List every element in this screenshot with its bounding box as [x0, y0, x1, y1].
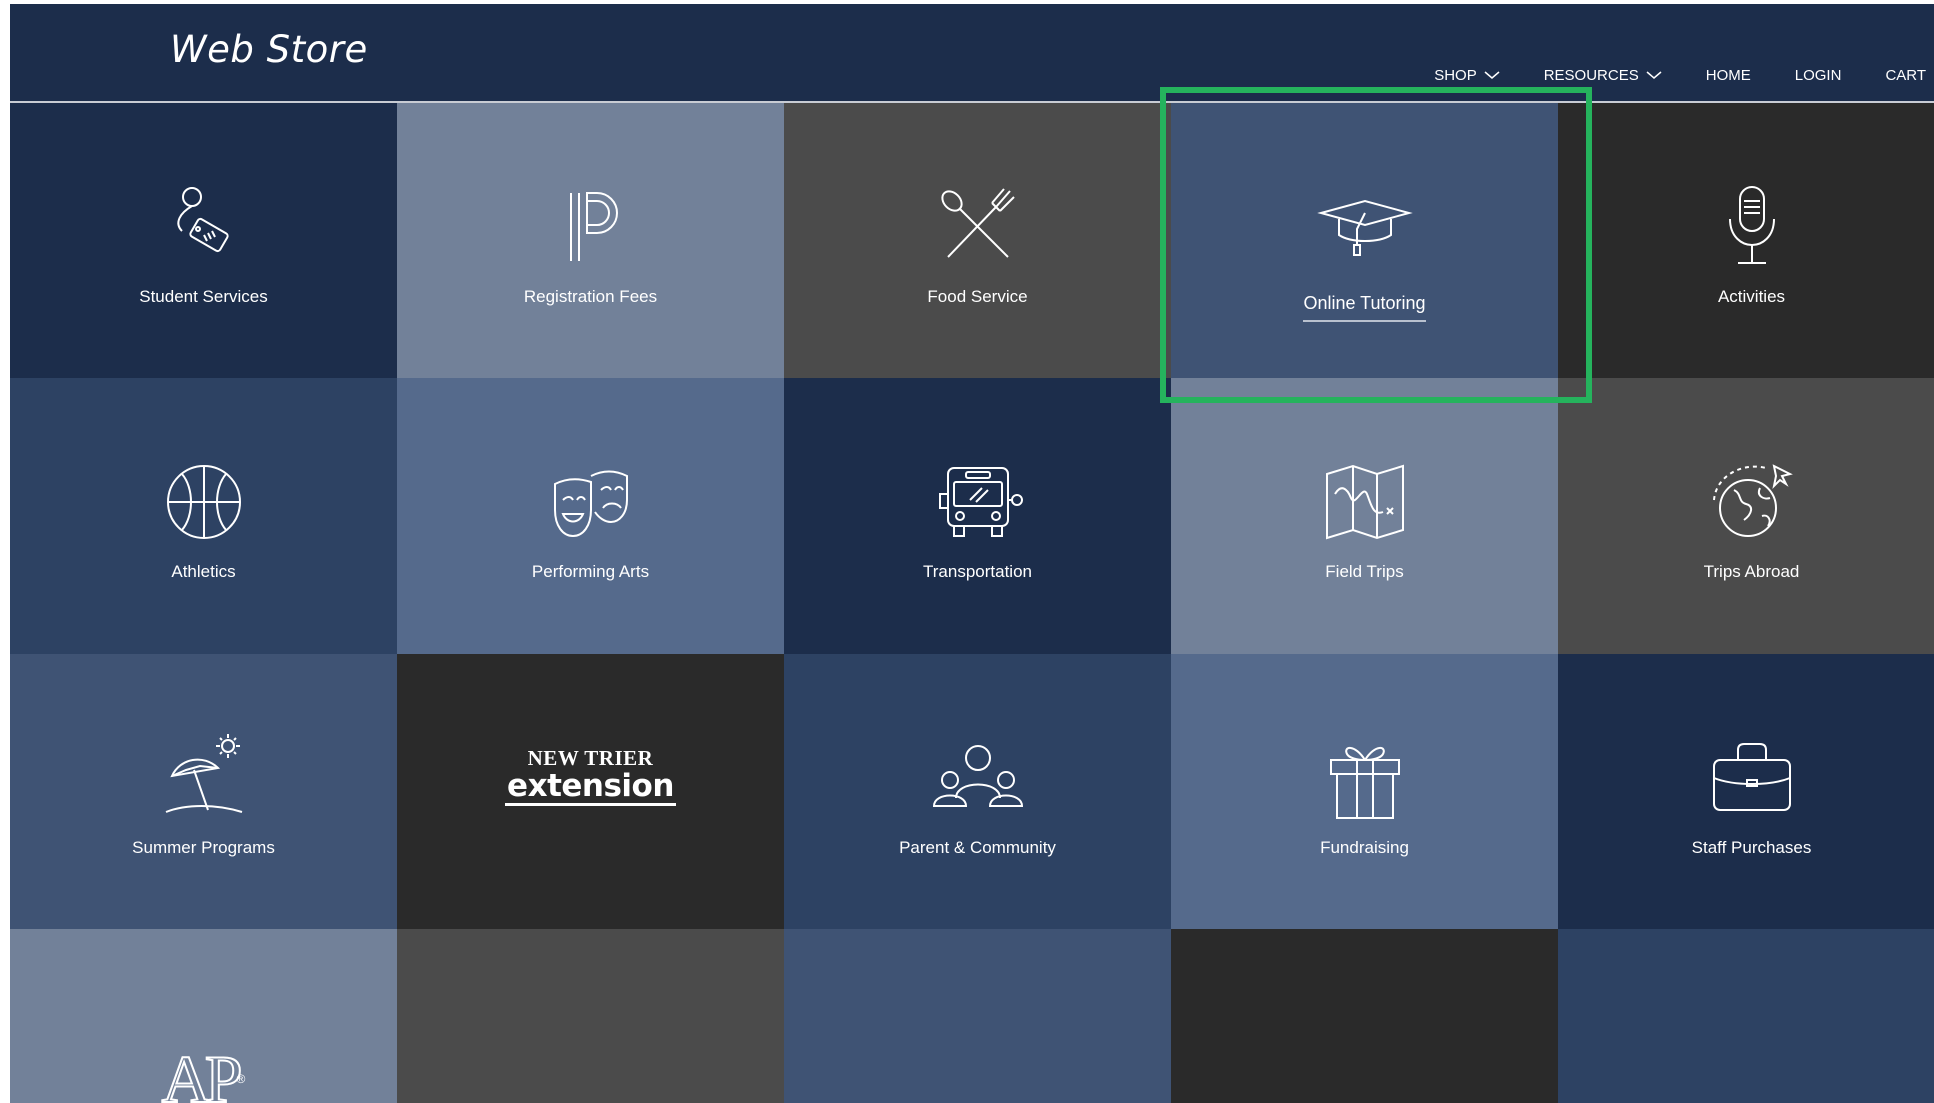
main-nav: SHOP RESOURCES HOME LOGIN CART: [1390, 60, 1934, 90]
tile-student-services[interactable]: Student Services: [10, 103, 397, 378]
map-icon: [1317, 454, 1413, 550]
chevron-down-icon: [1646, 71, 1662, 79]
nav-cart-label: CART: [1885, 66, 1926, 84]
tile-label: Student Services: [139, 287, 268, 306]
tile-activities[interactable]: Activities: [1558, 103, 1934, 378]
tile-label: Trips Abroad: [1703, 562, 1800, 581]
nav-cart[interactable]: CART: [1885, 67, 1926, 84]
beach-umbrella-icon: [156, 730, 252, 826]
brand-title[interactable]: Web Store: [170, 28, 368, 71]
tile-food-service[interactable]: Food Service: [784, 103, 1171, 378]
gift-icon: [1317, 730, 1413, 826]
tile-label: Food Service: [927, 287, 1028, 306]
tile-staff-purchases[interactable]: Staff Purchases: [1558, 654, 1934, 929]
chevron-down-icon: [1484, 71, 1500, 79]
tile-ap[interactable]: AP ®: [10, 929, 397, 1103]
tile-label: Activities: [1717, 287, 1786, 306]
tile-label: Field Trips: [1325, 562, 1404, 581]
category-grid: Student Services Registration Fees Food …: [10, 103, 1934, 1103]
nav-home-label: HOME: [1705, 66, 1751, 84]
tile-label: Fundraising: [1320, 838, 1409, 857]
ap-logo-text: AP: [161, 1040, 244, 1103]
globe-plane-icon: [1704, 454, 1800, 550]
tile-registration-fees[interactable]: Registration Fees: [397, 103, 784, 378]
tile-label: Registration Fees: [523, 287, 658, 306]
people-group-icon: [930, 730, 1026, 826]
tile-new-trier-extension[interactable]: NEW TRIER extension: [397, 654, 784, 929]
theater-masks-icon: [543, 454, 639, 550]
tile-label: Transportation: [923, 562, 1032, 581]
tile-field-trips[interactable]: Field Trips: [1171, 378, 1558, 654]
tile-empty[interactable]: [1558, 929, 1934, 1103]
tile-parent-community[interactable]: Parent & Community: [784, 654, 1171, 929]
web-store-page: Web Store SHOP RESOURCES HOME LOGIN CART: [10, 4, 1934, 1103]
nav-resources[interactable]: RESOURCES: [1544, 67, 1662, 84]
tile-performing-arts[interactable]: Performing Arts: [397, 378, 784, 654]
site-header: Web Store SHOP RESOURCES HOME LOGIN CART: [10, 4, 1934, 103]
tile-label: Online Tutoring: [1303, 293, 1426, 322]
nav-resources-label: RESOURCES: [1543, 66, 1639, 84]
new-trier-extension-logo: NEW TRIER extension: [505, 746, 676, 806]
tile-athletics[interactable]: Athletics: [10, 378, 397, 654]
tile-label: Parent & Community: [899, 838, 1056, 857]
graduation-cap-icon: [1316, 179, 1413, 275]
powerschool-icon: [543, 179, 639, 275]
tile-summer-programs[interactable]: Summer Programs: [10, 654, 397, 929]
tile-empty[interactable]: [784, 929, 1171, 1103]
nav-shop-label: SHOP: [1434, 66, 1477, 84]
tile-online-tutoring[interactable]: Online Tutoring: [1171, 103, 1558, 378]
briefcase-icon: [1704, 730, 1800, 826]
tile-transportation[interactable]: Transportation: [784, 378, 1171, 654]
nav-shop[interactable]: SHOP: [1434, 67, 1500, 84]
bus-icon: [930, 454, 1026, 550]
tile-label: Summer Programs: [132, 838, 275, 857]
nav-login[interactable]: LOGIN: [1795, 67, 1842, 84]
ap-logo-icon: AP ®: [156, 1031, 252, 1103]
tile-label: Staff Purchases: [1691, 838, 1812, 857]
logo-main-text: extension: [505, 768, 676, 806]
nav-login-label: LOGIN: [1794, 66, 1842, 84]
microphone-icon: [1704, 179, 1800, 275]
tag-icon: [156, 179, 252, 275]
tile-empty[interactable]: [397, 929, 784, 1103]
tile-label: Athletics: [171, 562, 236, 581]
fork-spoon-icon: [930, 179, 1026, 275]
tile-trips-abroad[interactable]: Trips Abroad: [1558, 378, 1934, 654]
tile-empty[interactable]: [1171, 929, 1558, 1103]
nav-home[interactable]: HOME: [1706, 67, 1751, 84]
tile-label: Performing Arts: [531, 562, 650, 581]
tile-fundraising[interactable]: Fundraising: [1171, 654, 1558, 929]
basketball-icon: [156, 454, 252, 550]
registered-mark: ®: [236, 1072, 246, 1086]
